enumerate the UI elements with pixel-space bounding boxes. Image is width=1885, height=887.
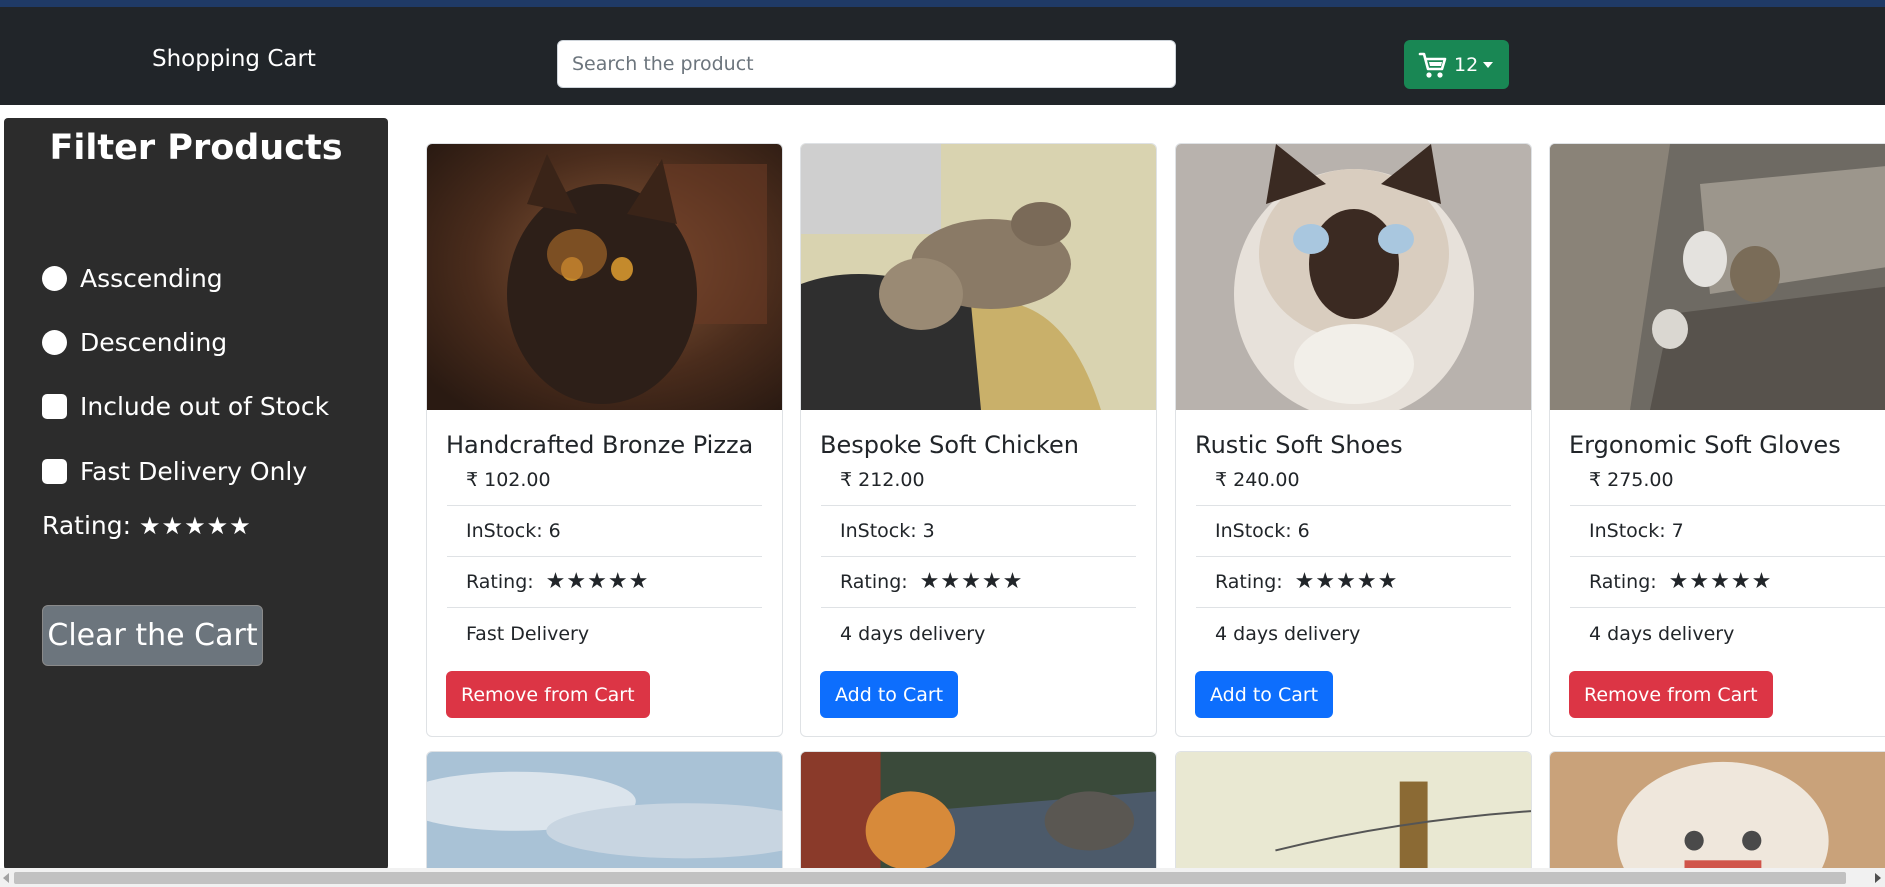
product-card: Rustic Soft Shoes ₹ 240.00 InStock: 6 Ra… [1175, 143, 1532, 737]
include-out-of-stock-checkbox[interactable] [42, 394, 67, 419]
cart-count: 12 [1454, 53, 1479, 76]
fast-delivery-option[interactable]: Fast Delivery Only [42, 457, 307, 486]
clear-cart-button[interactable]: Clear the Cart [42, 605, 263, 666]
scrollbar-thumb[interactable] [14, 872, 1846, 884]
star-icon: ★ [1002, 569, 1023, 594]
product-card: Bespoke Soft Chicken ₹ 212.00 InStock: 3… [800, 143, 1157, 737]
product-card [800, 751, 1157, 881]
include-out-of-stock-label: Include out of Stock [80, 392, 330, 421]
product-image [1550, 752, 1885, 880]
descending-label: Descending [80, 328, 228, 357]
rating-filter: Rating: ★ ★ ★ ★ ★ [42, 511, 252, 540]
star-icon: ★ [1336, 569, 1356, 594]
star-icon: ★ [628, 569, 649, 594]
ascending-option[interactable]: Asscending [42, 264, 223, 293]
scroll-right-icon[interactable] [1875, 873, 1881, 883]
include-out-of-stock-option[interactable]: Include out of Stock [42, 392, 329, 421]
rating-label: Rating: [1215, 571, 1283, 593]
star-icon: ★ [1689, 569, 1710, 594]
star-icon[interactable]: ★ [207, 514, 229, 538]
product-stock: InStock: 6 [1196, 506, 1511, 557]
navbar: Shopping Cart 12 [0, 7, 1885, 105]
star-icon: ★ [981, 569, 1002, 594]
product-delivery: 4 days delivery [840, 622, 986, 645]
product-image [801, 752, 1156, 880]
filter-sidebar: Filter Products Asscending Descending In… [4, 118, 388, 870]
star-icon[interactable]: ★ [184, 514, 206, 538]
star-icon: ★ [1751, 569, 1772, 594]
descending-option[interactable]: Descending [42, 328, 227, 357]
product-image [1176, 144, 1531, 410]
rating-label: Rating: [1589, 571, 1657, 593]
fast-delivery-checkbox[interactable] [42, 459, 67, 484]
product-rating: Rating: ★ ★ ★ ★ ★ [821, 557, 1136, 608]
star-icon: ★ [587, 569, 607, 594]
ascending-label: Asscending [80, 264, 223, 293]
search-input[interactable] [557, 40, 1176, 88]
star-icon: ★ [1315, 569, 1336, 594]
ascending-radio[interactable] [42, 266, 67, 291]
rating-label: Rating: [840, 571, 908, 593]
remove-from-cart-button[interactable]: Remove from Cart [446, 671, 650, 718]
product-rating: Rating: ★ ★ ★ ★ ★ [1196, 557, 1511, 608]
brand-title[interactable]: Shopping Cart [152, 46, 316, 72]
star-icon[interactable]: ★ [139, 514, 161, 538]
rating-stars: ★ ★ ★ ★ ★ [1669, 571, 1773, 593]
star-icon: ★ [566, 569, 587, 594]
product-price: ₹ 212.00 [821, 455, 1136, 506]
scroll-left-icon[interactable] [3, 873, 9, 883]
star-icon: ★ [1668, 569, 1689, 594]
product-image [801, 144, 1156, 410]
product-price: ₹ 240.00 [1196, 455, 1511, 506]
descending-radio[interactable] [42, 330, 67, 355]
star-icon: ★ [607, 569, 628, 594]
top-strip [0, 0, 1885, 7]
star-icon: ★ [940, 569, 961, 594]
add-to-cart-button[interactable]: Add to Cart [820, 671, 959, 718]
rating-stars: ★ ★ ★ ★ ★ [546, 571, 650, 593]
rating-stars: ★ ★ ★ ★ ★ [1295, 571, 1399, 593]
product-card [1175, 751, 1532, 881]
product-image [1176, 752, 1531, 880]
rating-filter-stars: ★ ★ ★ ★ ★ [139, 514, 252, 538]
cart-dropdown-button[interactable]: 12 [1404, 40, 1509, 89]
product-card [1549, 751, 1885, 881]
product-stock: InStock: 3 [821, 506, 1136, 557]
rating-filter-label: Rating: [42, 511, 132, 540]
product-image [427, 144, 782, 410]
star-icon[interactable]: ★ [229, 514, 251, 538]
product-rating: Rating: ★ ★ ★ ★ ★ [1570, 557, 1885, 608]
product-card: Ergonomic Soft Gloves ₹ 275.00 InStock: … [1549, 143, 1885, 737]
product-image [427, 752, 782, 880]
rating-stars: ★ ★ ★ ★ ★ [920, 571, 1024, 593]
product-card [426, 751, 783, 881]
product-delivery: Fast Delivery [466, 622, 590, 645]
product-rating: Rating: ★ ★ ★ ★ ★ [447, 557, 762, 608]
product-image [1550, 144, 1885, 410]
star-icon: ★ [1710, 569, 1730, 594]
star-icon: ★ [545, 569, 566, 594]
product-card: Handcrafted Bronze Pizza ₹ 102.00 InStoc… [426, 143, 783, 737]
product-stock: InStock: 7 [1570, 506, 1885, 557]
star-icon[interactable]: ★ [162, 514, 184, 538]
chevron-down-icon [1483, 61, 1494, 68]
star-icon: ★ [1356, 569, 1377, 594]
cart-icon [1418, 50, 1448, 80]
product-stock: InStock: 6 [447, 506, 762, 557]
product-delivery: 4 days delivery [1215, 622, 1361, 645]
product-price: ₹ 102.00 [447, 455, 762, 506]
star-icon: ★ [1294, 569, 1315, 594]
filter-title: Filter Products [49, 128, 343, 168]
product-price: ₹ 275.00 [1570, 455, 1885, 506]
rating-label: Rating: [466, 571, 534, 593]
add-to-cart-button[interactable]: Add to Cart [1195, 671, 1334, 718]
star-icon: ★ [919, 569, 940, 594]
remove-from-cart-button[interactable]: Remove from Cart [1569, 671, 1773, 718]
product-delivery: 4 days delivery [1589, 622, 1735, 645]
star-icon: ★ [961, 569, 981, 594]
star-icon: ★ [1377, 569, 1398, 594]
star-icon: ★ [1730, 569, 1751, 594]
fast-delivery-label: Fast Delivery Only [80, 457, 308, 486]
